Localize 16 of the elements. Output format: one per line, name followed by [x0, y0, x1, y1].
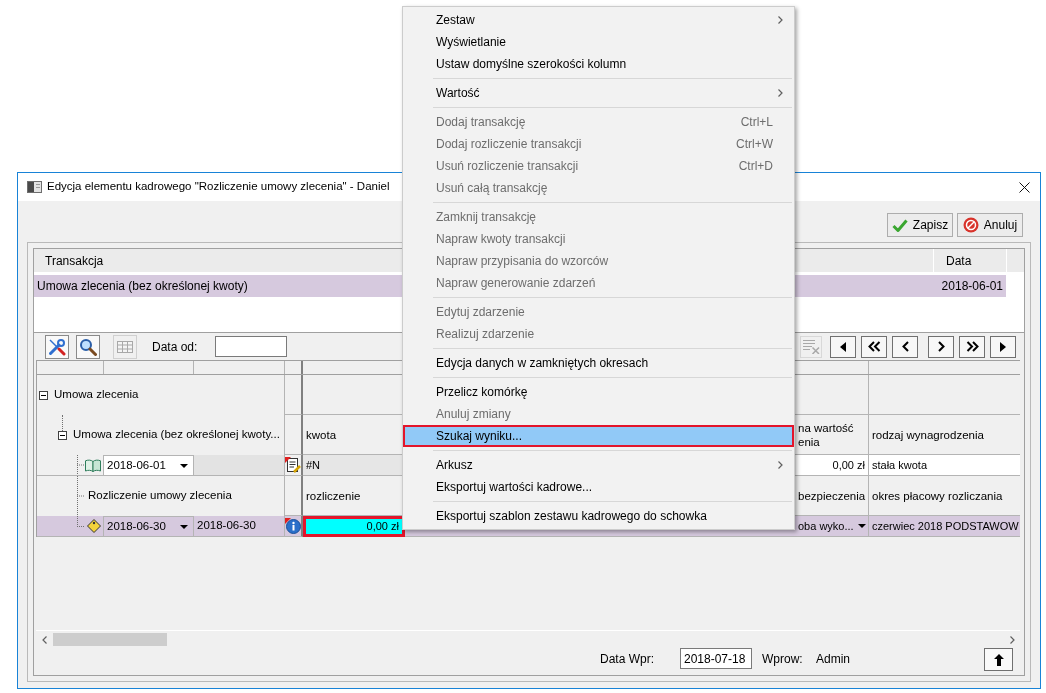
shortcut-label: Ctrl+L	[740, 114, 773, 131]
window-title: Edycja elementu kadrowego "Rozliczenie umowy zlecenia" - Daniel	[47, 179, 390, 195]
grid-cell: #N	[303, 455, 405, 476]
table-cell-text: Umowa zlecenia (bez określonej kwoty)	[37, 278, 248, 295]
grid-cell: 2018-06-30	[194, 516, 285, 537]
grid-cell: 0,00 zł	[303, 516, 405, 537]
field-label: Wprow:	[762, 650, 804, 668]
shortcut-label: Ctrl+W	[736, 136, 773, 153]
user-name: Admin	[816, 650, 850, 668]
grid-cell: czerwiec 2018 PODSTAWOW	[869, 516, 1020, 537]
grid-cell: stała kwota	[869, 455, 1020, 476]
table-cell-text: 2018-06-01	[941, 278, 1003, 295]
field-label: Data Wpr:	[600, 650, 655, 668]
grid-cell: 0,00 zł	[796, 455, 869, 476]
shortcut-label: Ctrl+D	[738, 158, 773, 175]
field-label: Data od:	[152, 338, 199, 356]
